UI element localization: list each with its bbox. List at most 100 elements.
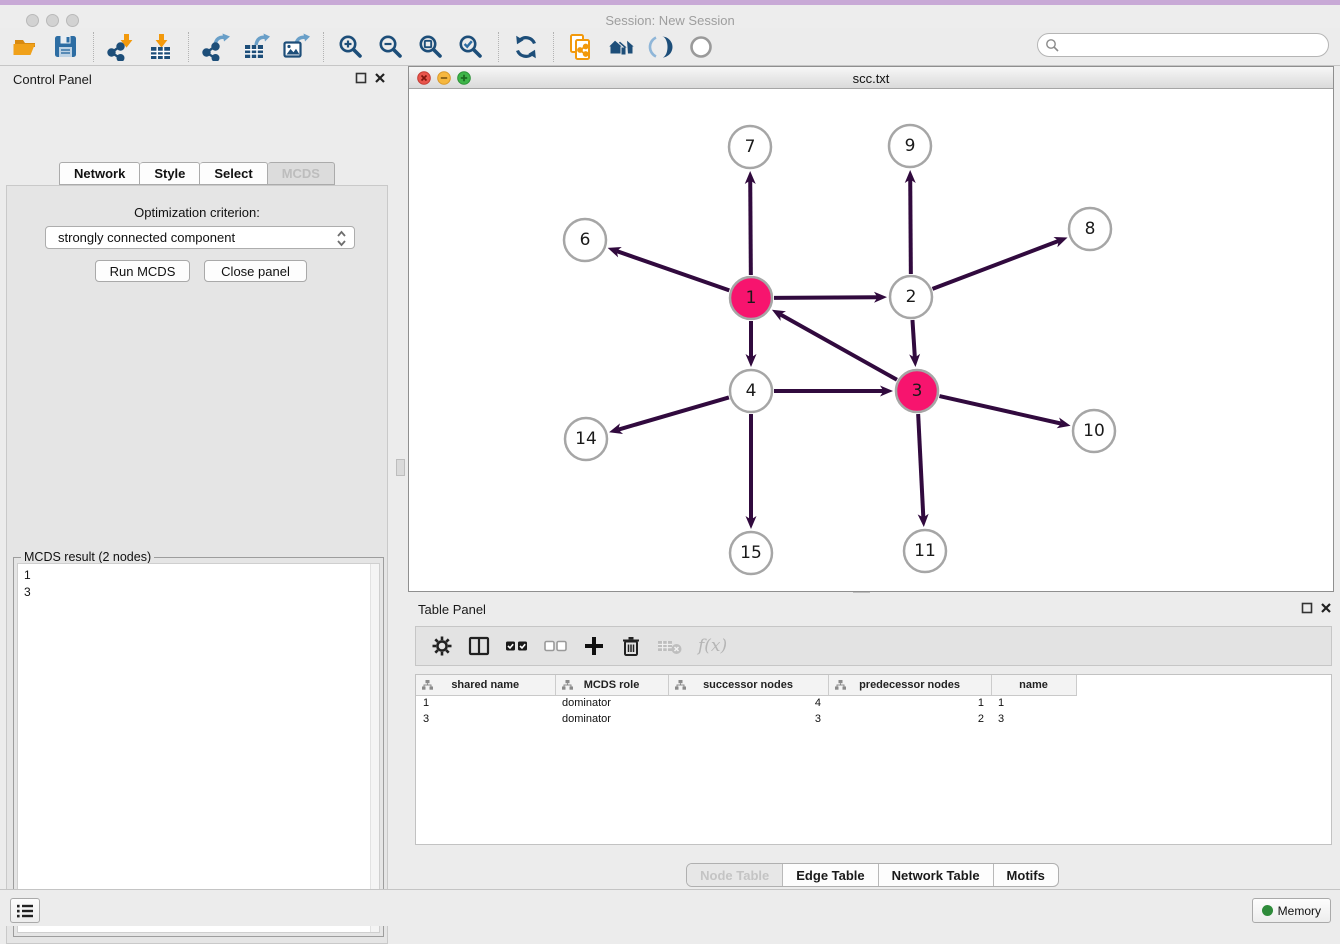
table-cell: dominator bbox=[555, 711, 668, 727]
result-line: 1 bbox=[24, 567, 373, 584]
create-column-plus-icon[interactable] bbox=[583, 635, 605, 657]
flatten-tree-icon bbox=[675, 680, 686, 690]
memory-status-dot bbox=[1262, 905, 1273, 916]
show-column-panel-icon[interactable] bbox=[468, 635, 490, 657]
zoom-selected-button[interactable] bbox=[451, 30, 491, 64]
search-box[interactable] bbox=[1037, 33, 1329, 57]
tab-mcds[interactable]: MCDS bbox=[268, 162, 335, 185]
delete-column-trash-icon[interactable] bbox=[620, 635, 642, 657]
graph-edge-4-3[interactable] bbox=[774, 386, 893, 397]
status-bar: Memory bbox=[0, 889, 1340, 926]
graph-node-11[interactable]: 11 bbox=[904, 530, 946, 572]
tab-select[interactable]: Select bbox=[200, 162, 267, 185]
graph-edge-3-10[interactable] bbox=[939, 396, 1070, 428]
criterion-value: strongly connected component bbox=[58, 230, 235, 245]
graph-edge-1-7[interactable] bbox=[745, 171, 756, 275]
network-window-titlebar[interactable]: scc.txt bbox=[409, 67, 1333, 89]
zoom-in-icon bbox=[337, 33, 365, 61]
svg-text:8: 8 bbox=[1085, 219, 1096, 239]
flatten-tree-icon bbox=[422, 680, 433, 690]
network-canvas[interactable]: 7 9 6 8 1 2 4 3 14 10 15 11 bbox=[409, 89, 1333, 591]
vertical-splitter-grip[interactable] bbox=[396, 459, 405, 476]
column-header-predecessor-nodes[interactable]: predecessor nodes bbox=[828, 675, 991, 695]
graph-edge-1-6[interactable] bbox=[608, 247, 730, 290]
graph-edge-3-1[interactable] bbox=[772, 310, 897, 380]
svg-text:7: 7 bbox=[745, 137, 756, 157]
export-table-button[interactable] bbox=[236, 30, 276, 64]
graph-node-3[interactable]: 3 bbox=[896, 370, 938, 412]
table-settings-gear-icon[interactable] bbox=[431, 635, 453, 657]
graph-edge-2-3[interactable] bbox=[909, 320, 920, 367]
zoom-out-button[interactable] bbox=[371, 30, 411, 64]
open-session-button[interactable] bbox=[6, 30, 46, 64]
unselect-all-columns-icon[interactable] bbox=[544, 635, 568, 657]
task-history-button[interactable] bbox=[10, 898, 40, 923]
table-panel-title: Table Panel bbox=[418, 602, 486, 617]
graph-edge-2-8[interactable] bbox=[933, 237, 1068, 289]
column-header-shared-name[interactable]: shared name bbox=[416, 675, 555, 695]
node-table[interactable]: shared name MCDS role bbox=[415, 674, 1332, 845]
tab-style[interactable]: Style bbox=[140, 162, 200, 185]
tab-motifs[interactable]: Motifs bbox=[993, 864, 1058, 886]
graph-node-8[interactable]: 8 bbox=[1069, 208, 1111, 250]
main-titlebar: Session: New Session bbox=[0, 5, 1340, 28]
table-cell: 1 bbox=[828, 695, 991, 711]
zoom-selected-icon bbox=[457, 33, 485, 61]
refresh-view-button[interactable] bbox=[506, 30, 546, 64]
graph-node-9[interactable]: 9 bbox=[889, 125, 931, 167]
show-hide-graphics-button[interactable] bbox=[681, 30, 721, 64]
graph-edge-1-4[interactable] bbox=[746, 321, 757, 367]
zoom-fit-button[interactable] bbox=[411, 30, 451, 64]
column-header-mcds-role[interactable]: MCDS role bbox=[555, 675, 668, 695]
column-header-name[interactable]: name bbox=[991, 675, 1076, 695]
graph-edge-4-15[interactable] bbox=[746, 414, 757, 529]
graph-edge-3-11[interactable] bbox=[918, 414, 929, 527]
export-image-button[interactable] bbox=[276, 30, 316, 64]
result-scrollbar[interactable] bbox=[370, 564, 379, 932]
session-title: Session: New Session bbox=[0, 13, 1340, 28]
select-all-columns-icon[interactable] bbox=[505, 635, 529, 657]
tab-node-table[interactable]: Node Table bbox=[687, 864, 782, 886]
list-icon bbox=[16, 903, 34, 919]
zoom-in-button[interactable] bbox=[331, 30, 371, 64]
graph-edge-4-14[interactable] bbox=[609, 397, 729, 434]
tab-network-table[interactable]: Network Table bbox=[878, 864, 993, 886]
open-folder-icon bbox=[12, 33, 40, 61]
graph-node-2[interactable]: 2 bbox=[890, 276, 932, 318]
graph-node-4[interactable]: 4 bbox=[730, 370, 772, 412]
graph-node-10[interactable]: 10 bbox=[1073, 410, 1115, 452]
import-table-button[interactable] bbox=[141, 30, 181, 64]
tab-network[interactable]: Network bbox=[59, 162, 140, 185]
svg-text:11: 11 bbox=[914, 541, 936, 561]
import-network-button[interactable] bbox=[101, 30, 141, 64]
close-panel-icon[interactable] bbox=[374, 72, 386, 84]
float-panel-icon[interactable] bbox=[1301, 602, 1313, 614]
graph-edge-2-9[interactable] bbox=[905, 170, 916, 274]
table-row[interactable]: 3dominator323 bbox=[416, 711, 1076, 727]
table-row[interactable]: 1dominator411 bbox=[416, 695, 1076, 711]
search-input[interactable] bbox=[1060, 35, 1328, 55]
tab-edge-table[interactable]: Edge Table bbox=[782, 864, 877, 886]
control-panel: Control Panel Network Style Select MCDS … bbox=[0, 66, 394, 888]
graph-node-6[interactable]: 6 bbox=[564, 219, 606, 261]
new-network-from-selection-button[interactable] bbox=[561, 30, 601, 64]
memory-button[interactable]: Memory bbox=[1252, 898, 1331, 923]
graph-edge-1-2[interactable] bbox=[774, 292, 887, 303]
mcds-result-area[interactable]: 13 bbox=[17, 563, 380, 933]
graph-node-7[interactable]: 7 bbox=[729, 126, 771, 168]
graph-node-15[interactable]: 15 bbox=[730, 532, 772, 574]
close-panel-icon[interactable] bbox=[1320, 602, 1332, 614]
optimization-criterion-label: Optimization criterion: bbox=[7, 205, 387, 220]
graph-node-1[interactable]: 1 bbox=[730, 277, 772, 319]
column-header-successor-nodes[interactable]: successor nodes bbox=[668, 675, 828, 695]
home-button[interactable] bbox=[601, 30, 641, 64]
float-panel-icon[interactable] bbox=[355, 72, 367, 84]
apply-style-button[interactable] bbox=[641, 30, 681, 64]
export-network-button[interactable] bbox=[196, 30, 236, 64]
save-session-button[interactable] bbox=[46, 30, 86, 64]
close-panel-button[interactable]: Close panel bbox=[204, 260, 307, 282]
criterion-select[interactable]: strongly connected component bbox=[45, 226, 355, 249]
graph-node-14[interactable]: 14 bbox=[565, 418, 607, 460]
run-mcds-button[interactable]: Run MCDS bbox=[95, 260, 190, 282]
mcds-tab-content: Optimization criterion: strongly connect… bbox=[6, 185, 388, 944]
